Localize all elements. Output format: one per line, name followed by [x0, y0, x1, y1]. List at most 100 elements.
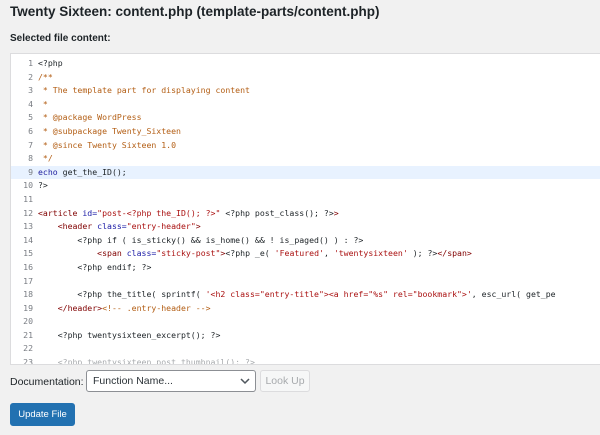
- line-number: 10: [23, 180, 33, 191]
- code-token: ,: [323, 248, 334, 259]
- code-text: <?php the_title( sprintf( '<h2 class="en…: [38, 288, 556, 302]
- code-token: get_the_ID();: [57, 166, 127, 177]
- line-number: 1: [28, 58, 33, 68]
- code-token: </header>: [38, 302, 103, 313]
- line-number: 4: [28, 98, 33, 109]
- code-text: ?>: [38, 179, 48, 193]
- code-editor[interactable]: 1 <?php 2 /** 3 * The template part for disp…: [10, 53, 600, 365]
- code-token: /**: [38, 71, 53, 82]
- code-token: "entry-header": [126, 221, 196, 232]
- code-token: * @subpackage Twenty_Sixteen: [38, 125, 181, 136]
- line-number: 19: [23, 302, 33, 313]
- code-line[interactable]: 1 <?php: [11, 57, 600, 71]
- code-token: <?php twentysixteen_post_thumbnail(); ?>: [38, 357, 255, 365]
- code-line[interactable]: 3 * The template part for displaying con…: [11, 84, 600, 98]
- line-number: 14: [23, 234, 33, 245]
- code-text: <?php twentysixteen_post_thumbnail(); ?>: [38, 356, 255, 365]
- code-text: <header class="entry-header">: [38, 220, 201, 234]
- code-token: id=: [77, 207, 98, 218]
- code-token: <?php: [38, 58, 63, 68]
- line-number: 11: [23, 193, 33, 204]
- code-text: * The template part for displaying conte…: [38, 84, 250, 98]
- code-token: * @since Twenty Sixteen 1.0: [38, 139, 177, 150]
- code-line[interactable]: 4 *: [11, 98, 600, 112]
- code-line[interactable]: 10 ?>: [11, 179, 600, 193]
- line-number: 6: [28, 125, 33, 136]
- code-token: <?php the_title( sprintf(: [38, 289, 206, 300]
- code-text: <?php: [38, 57, 63, 71]
- code-token: <!-- .entry-header -->: [102, 302, 211, 313]
- line-number: 20: [23, 316, 33, 327]
- code-text: echo get_the_ID();: [38, 166, 127, 180]
- line-number: 7: [28, 139, 33, 150]
- code-token: echo: [38, 166, 58, 177]
- code-line[interactable]: 16 <?php endif; ?>: [11, 261, 600, 275]
- code-text: <span class="sticky-post"><?php _e( 'Fea…: [38, 247, 472, 261]
- code-line[interactable]: 9 echo get_the_ID();: [11, 165, 600, 180]
- code-text: * @subpackage Twenty_Sixteen: [38, 125, 181, 139]
- code-token: , esc_url( get_pe: [471, 289, 556, 300]
- code-line[interactable]: 21 <?php twentysixteen_excerpt(); ?>: [11, 329, 600, 343]
- code-line[interactable]: 14 <?php if ( is_sticky() && is_home() &…: [11, 234, 600, 248]
- code-text: <?php endif; ?>: [38, 261, 151, 275]
- code-token: 'Featured': [274, 248, 324, 259]
- line-number: 16: [23, 261, 33, 272]
- code-token: * The template part for displaying conte…: [38, 85, 250, 96]
- code-text: * @package WordPress: [38, 111, 142, 125]
- function-name-select[interactable]: Function Name...: [86, 370, 256, 392]
- code-token: </span>: [437, 248, 472, 259]
- line-number: 13: [23, 221, 33, 232]
- code-line[interactable]: 5 * @package WordPress: [11, 111, 600, 125]
- line-number: 23: [23, 357, 33, 365]
- look-up-button[interactable]: Look Up: [260, 370, 310, 392]
- code-token: <?php if ( is_sticky() && is_home() && !…: [38, 234, 364, 245]
- code-token: 'twentysixteen': [333, 248, 408, 259]
- line-number: 17: [23, 275, 33, 286]
- code-line[interactable]: 11: [11, 193, 600, 207]
- line-number: 2: [28, 71, 33, 82]
- code-line[interactable]: 18 <?php the_title( sprintf( '<h2 class=…: [11, 288, 600, 302]
- code-token: "sticky-post": [156, 248, 221, 259]
- code-token: <?php _e(: [225, 248, 275, 259]
- code-text: *: [38, 98, 48, 112]
- line-number: 18: [23, 289, 33, 300]
- code-token: ?>: [38, 180, 48, 191]
- code-text: <?php twentysixteen_excerpt(); ?>: [38, 329, 221, 343]
- code-token: class=: [92, 221, 127, 232]
- code-line[interactable]: 7 * @since Twenty Sixteen 1.0: [11, 139, 600, 153]
- code-token: '<h2 class="entry-title"><a href="%s" re…: [205, 289, 472, 300]
- update-file-button[interactable]: Update File: [10, 403, 75, 426]
- line-number: 12: [23, 207, 33, 218]
- code-text: /**: [38, 71, 53, 85]
- line-number: 21: [23, 329, 33, 340]
- code-line[interactable]: 2 /**: [11, 71, 600, 85]
- code-token: <?php endif; ?>: [38, 261, 152, 272]
- selected-file-label: Selected file content:: [10, 33, 111, 44]
- code-text: * @since Twenty Sixteen 1.0: [38, 139, 176, 153]
- code-line[interactable]: 6 * @subpackage Twenty_Sixteen: [11, 125, 600, 139]
- function-name-select-value: Function Name...: [93, 375, 173, 387]
- code-token: *: [38, 98, 48, 109]
- code-token: class=: [121, 248, 157, 259]
- line-number: 3: [28, 85, 33, 96]
- code-line[interactable]: 17: [11, 275, 600, 289]
- code-token: */: [38, 153, 53, 164]
- code-line[interactable]: 12 <article id="post-<?php the_ID(); ?>" …: [11, 207, 600, 221]
- code-line[interactable]: 22: [11, 342, 600, 356]
- code-token: <header: [38, 221, 93, 232]
- code-token: >: [333, 207, 339, 218]
- code-text: */: [38, 152, 53, 166]
- code-line[interactable]: 23 <?php twentysixteen_post_thumbnail();…: [11, 356, 600, 365]
- code-line[interactable]: 8 */: [11, 152, 600, 166]
- line-number: 9: [28, 166, 33, 177]
- page-title: Twenty Sixteen: content.php (template-pa…: [10, 4, 380, 19]
- code-line[interactable]: 19 </header><!-- .entry-header -->: [11, 302, 600, 316]
- line-number: 15: [23, 248, 33, 259]
- code-token: "post-<?php the_ID(); ?>": [97, 207, 221, 218]
- line-number: 8: [28, 153, 33, 164]
- code-line[interactable]: 13 <header class="entry-header">: [11, 220, 600, 234]
- code-line[interactable]: 20: [11, 315, 600, 329]
- line-number: 22: [23, 343, 33, 354]
- code-text: <article id="post-<?php the_ID(); ?>" <?…: [38, 207, 339, 221]
- code-line[interactable]: 15 <span class="sticky-post"><?php _e( '…: [11, 247, 600, 261]
